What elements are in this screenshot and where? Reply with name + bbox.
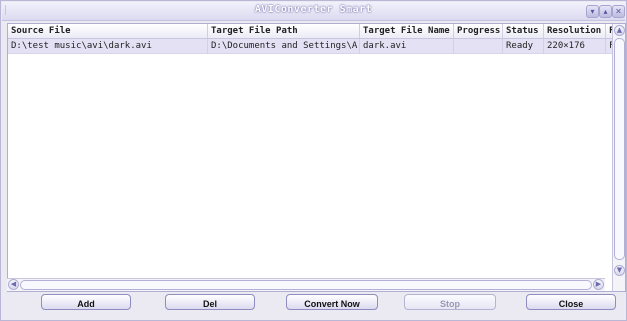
cell-resolution: 220×176	[544, 39, 606, 53]
close-window-button[interactable]: ✕	[612, 5, 625, 18]
scroll-up-icon[interactable]: ▲	[614, 25, 625, 36]
convert-now-button[interactable]: Convert Now	[286, 294, 378, 310]
vertical-scroll-thumb[interactable]	[614, 38, 625, 260]
add-button[interactable]: Add	[41, 294, 131, 310]
horizontal-scroll-thumb[interactable]	[20, 280, 592, 290]
column-source-file[interactable]: Source File	[8, 24, 208, 38]
vertical-scrollbar[interactable]: ▲ ▼	[612, 24, 625, 291]
column-progress[interactable]: Progress	[454, 24, 503, 38]
horizontal-scrollbar[interactable]: ◀ ▶	[7, 278, 605, 291]
column-status[interactable]: Status	[503, 24, 544, 38]
close-button[interactable]: Close	[526, 294, 616, 310]
button-bar: Add Del Convert Now Stop Close	[7, 292, 624, 316]
column-target-file-name[interactable]: Target File Name	[360, 24, 454, 38]
app-window: AVIConverter Smart ▾ ▴ ✕ Source File Tar…	[0, 0, 627, 321]
cell-progress	[454, 39, 503, 53]
column-target-file-path[interactable]: Target File Path	[208, 24, 360, 38]
scroll-down-icon[interactable]: ▼	[614, 265, 625, 276]
table-header: Source File Target File Path Target File…	[8, 24, 625, 39]
table-row[interactable]: D:\test music\avi\dark.avi D:\Documents …	[8, 39, 625, 54]
cell-target-file-path: D:\Documents and Settings\A	[208, 39, 360, 53]
del-button[interactable]: Del	[165, 294, 255, 310]
stop-button[interactable]: Stop	[404, 294, 496, 310]
minimize-button[interactable]: ▾	[586, 5, 599, 18]
title-bar[interactable]: AVIConverter Smart ▾ ▴ ✕	[2, 2, 625, 21]
maximize-button[interactable]: ▴	[599, 5, 612, 18]
cell-source-file: D:\test music\avi\dark.avi	[8, 39, 208, 53]
column-resolution[interactable]: Resolution	[544, 24, 606, 38]
cell-status: Ready	[503, 39, 544, 53]
scroll-left-icon[interactable]: ◀	[8, 279, 19, 290]
file-list-table[interactable]: Source File Target File Path Target File…	[7, 23, 626, 292]
cell-target-file-name: dark.avi	[360, 39, 454, 53]
scroll-right-icon[interactable]: ▶	[593, 279, 604, 290]
window-title: AVIConverter Smart	[254, 4, 373, 15]
